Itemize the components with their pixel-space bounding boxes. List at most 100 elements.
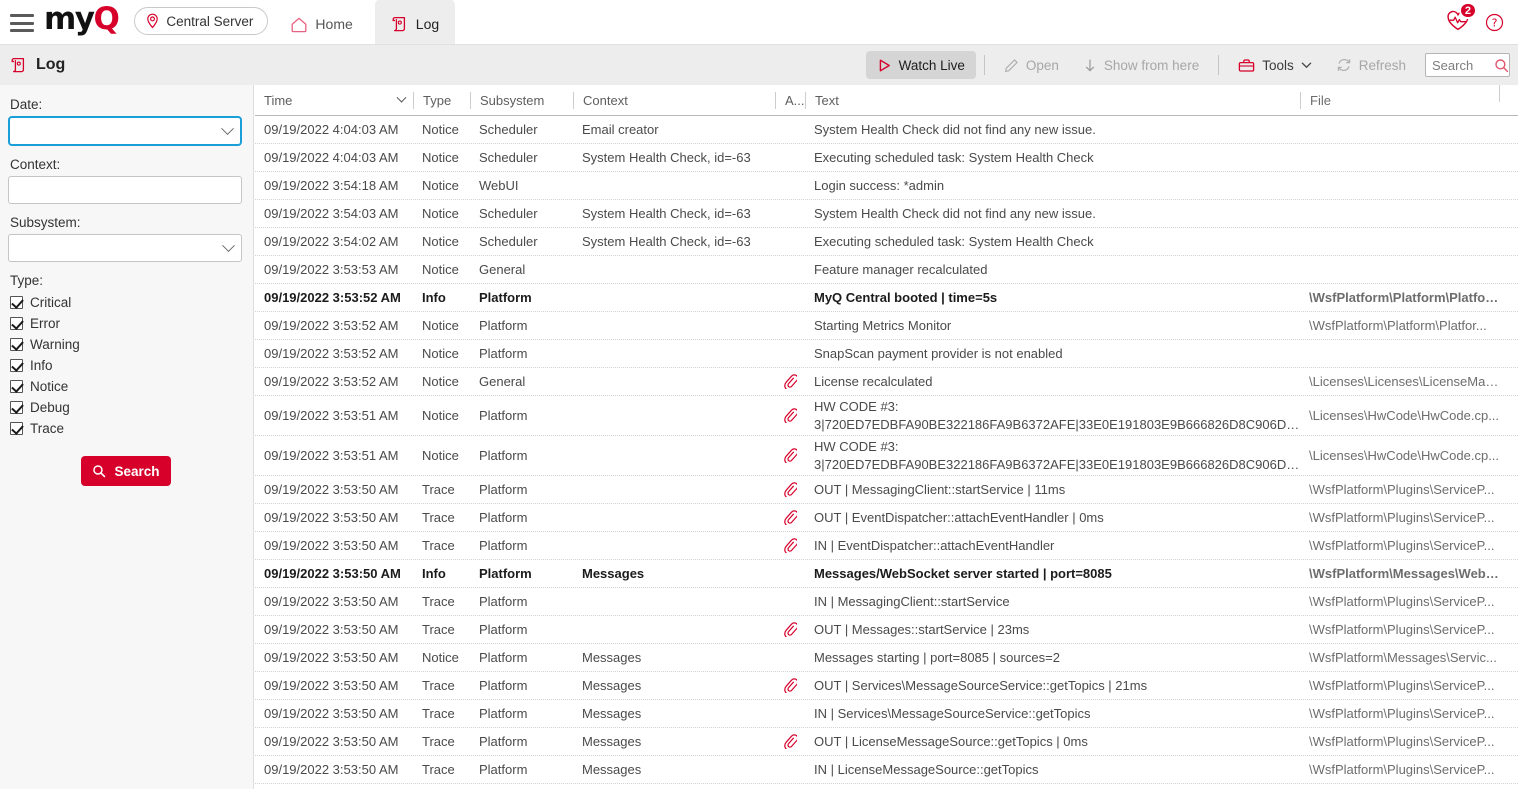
tools-label: Tools: [1262, 58, 1294, 73]
cell-text: Executing scheduled task: System Health …: [805, 234, 1300, 249]
table-row[interactable]: 09/19/2022 3:54:18 AMNoticeWebUILogin su…: [255, 172, 1518, 200]
cell-subsystem: Platform: [470, 650, 573, 665]
column-header-end-cap: [1499, 85, 1500, 102]
cell-subsystem: Platform: [470, 408, 573, 423]
toolbar-search[interactable]: [1425, 53, 1510, 77]
cell-time: 09/19/2022 3:53:50 AM: [255, 510, 413, 525]
cell-type: Info: [413, 290, 470, 305]
type-label: Debug: [30, 400, 70, 415]
table-row[interactable]: 09/19/2022 3:54:02 AMNoticeSchedulerSyst…: [255, 228, 1518, 256]
type-checkbox-notice[interactable]: Notice: [10, 376, 240, 397]
column-header-file[interactable]: File: [1300, 92, 1500, 109]
table-row[interactable]: 09/19/2022 3:53:50 AMTracePlatformMessag…: [255, 728, 1518, 756]
attachment-paperclip-icon[interactable]: [775, 678, 805, 693]
cell-time: 09/19/2022 3:53:53 AM: [255, 262, 413, 277]
column-header-time[interactable]: Time: [255, 92, 413, 109]
date-filter-select[interactable]: [8, 116, 242, 146]
cell-subsystem: Platform: [470, 762, 573, 777]
cell-file: \WsfPlatform\Plugins\ServiceP...: [1300, 510, 1500, 525]
checkbox-icon: [10, 380, 23, 393]
attachment-paperclip-icon[interactable]: [775, 510, 805, 525]
checkbox-icon: [10, 359, 23, 372]
cell-text: System Health Check did not find any new…: [805, 122, 1300, 137]
refresh-button[interactable]: Refresh: [1325, 51, 1417, 79]
server-selector[interactable]: Central Server: [134, 7, 268, 35]
type-filter-label: Type:: [10, 273, 240, 288]
search-icon[interactable]: [1494, 58, 1509, 73]
nav-tab-home[interactable]: Home: [274, 4, 368, 44]
column-header-type[interactable]: Type: [413, 92, 470, 109]
cell-type: Notice: [413, 408, 470, 423]
table-row[interactable]: 09/19/2022 3:53:52 AMInfoPlatformMyQ Cen…: [255, 284, 1518, 312]
cell-file: \Licenses\HwCode\HwCode.cp...: [1300, 448, 1500, 463]
table-row[interactable]: 09/19/2022 3:53:50 AMTracePlatformOUT | …: [255, 616, 1518, 644]
table-row[interactable]: 09/19/2022 3:53:51 AMNoticePlatformHW CO…: [255, 396, 1518, 436]
context-filter-input[interactable]: [8, 176, 242, 204]
type-checkbox-critical[interactable]: Critical: [10, 292, 240, 313]
log-scroll-icon: [10, 56, 28, 74]
type-checkbox-info[interactable]: Info: [10, 355, 240, 376]
cell-file: \WsfPlatform\Plugins\ServiceP...: [1300, 734, 1500, 749]
search-input[interactable]: [1432, 58, 1490, 73]
attachment-paperclip-icon[interactable]: [775, 448, 805, 463]
table-row[interactable]: 09/19/2022 3:54:03 AMNoticeSchedulerSyst…: [255, 200, 1518, 228]
chevron-down-icon: [397, 92, 407, 102]
table-row[interactable]: 09/19/2022 3:53:52 AMNoticePlatformSnapS…: [255, 340, 1518, 368]
column-header-context[interactable]: Context: [573, 92, 775, 109]
subsystem-filter-select[interactable]: [8, 234, 242, 262]
search-button[interactable]: Search: [81, 456, 171, 486]
table-row[interactable]: 09/19/2022 3:53:52 AMNoticePlatformStart…: [255, 312, 1518, 340]
cell-context: System Health Check, id=-63: [573, 150, 775, 165]
open-button[interactable]: Open: [993, 51, 1070, 79]
type-checkbox-error[interactable]: Error: [10, 313, 240, 334]
table-row[interactable]: 09/19/2022 3:53:50 AMTracePlatformMessag…: [255, 700, 1518, 728]
tools-button[interactable]: Tools: [1227, 51, 1323, 79]
filter-sidebar: Date: Context: Subsystem: Type: Critical…: [0, 85, 254, 789]
table-row[interactable]: 09/19/2022 3:53:50 AMNoticePlatformMessa…: [255, 644, 1518, 672]
cell-type: Notice: [413, 150, 470, 165]
cell-time: 09/19/2022 3:54:03 AM: [255, 206, 413, 221]
attachment-paperclip-icon[interactable]: [775, 482, 805, 497]
table-row[interactable]: 09/19/2022 4:04:03 AMNoticeSchedulerSyst…: [255, 144, 1518, 172]
table-row[interactable]: 09/19/2022 4:04:03 AMNoticeSchedulerEmai…: [255, 116, 1518, 144]
nav-tab-log[interactable]: Log: [375, 0, 455, 44]
log-scroll-icon: [391, 15, 409, 33]
search-button-label: Search: [114, 464, 159, 479]
cell-file: \WsfPlatform\Plugins\ServiceP...: [1300, 678, 1500, 693]
table-row[interactable]: 09/19/2022 3:53:52 AMNoticeGeneralLicens…: [255, 368, 1518, 396]
cell-time: 09/19/2022 3:53:50 AM: [255, 622, 413, 637]
table-body: 09/19/2022 4:04:03 AMNoticeSchedulerEmai…: [255, 116, 1518, 784]
cell-text: OUT | MessagingClient::startService | 11…: [805, 482, 1300, 497]
column-header-text[interactable]: Text: [805, 92, 1300, 109]
cell-type: Trace: [413, 594, 470, 609]
type-checkbox-debug[interactable]: Debug: [10, 397, 240, 418]
watch-live-button[interactable]: Watch Live: [866, 51, 976, 79]
attachment-paperclip-icon[interactable]: [775, 538, 805, 553]
table-row[interactable]: 09/19/2022 3:53:50 AMInfoPlatformMessage…: [255, 560, 1518, 588]
type-checkbox-warning[interactable]: Warning: [10, 334, 240, 355]
cell-file: \WsfPlatform\Plugins\ServiceP...: [1300, 622, 1500, 637]
table-row[interactable]: 09/19/2022 3:53:51 AMNoticePlatformHW CO…: [255, 436, 1518, 476]
attachment-paperclip-icon[interactable]: [775, 622, 805, 637]
table-row[interactable]: 09/19/2022 3:53:50 AMTracePlatformOUT | …: [255, 476, 1518, 504]
cell-file: \WsfPlatform\Messages\Servic...: [1300, 650, 1500, 665]
table-row[interactable]: 09/19/2022 3:53:53 AMNoticeGeneralFeatur…: [255, 256, 1518, 284]
cell-type: Notice: [413, 346, 470, 361]
svg-text:?: ?: [1492, 16, 1498, 29]
table-row[interactable]: 09/19/2022 3:53:50 AMTracePlatformMessag…: [255, 756, 1518, 784]
hamburger-icon[interactable]: [10, 14, 34, 32]
attachment-paperclip-icon[interactable]: [775, 734, 805, 749]
show-from-here-button[interactable]: Show from here: [1072, 51, 1210, 79]
attachment-paperclip-icon[interactable]: [775, 408, 805, 423]
table-row[interactable]: 09/19/2022 3:53:50 AMTracePlatformIN | E…: [255, 532, 1518, 560]
table-row[interactable]: 09/19/2022 3:53:50 AMTracePlatformIN | M…: [255, 588, 1518, 616]
cell-type: Trace: [413, 538, 470, 553]
table-row[interactable]: 09/19/2022 3:53:50 AMTracePlatformMessag…: [255, 672, 1518, 700]
type-checkbox-trace[interactable]: Trace: [10, 418, 240, 439]
help-circle-icon[interactable]: ?: [1485, 13, 1504, 32]
column-header-subsystem[interactable]: Subsystem: [470, 92, 573, 109]
attachment-paperclip-icon[interactable]: [775, 374, 805, 389]
column-header-attachment[interactable]: A...: [775, 92, 805, 109]
table-row[interactable]: 09/19/2022 3:53:50 AMTracePlatformOUT | …: [255, 504, 1518, 532]
notifications-button[interactable]: 2: [1445, 10, 1471, 34]
